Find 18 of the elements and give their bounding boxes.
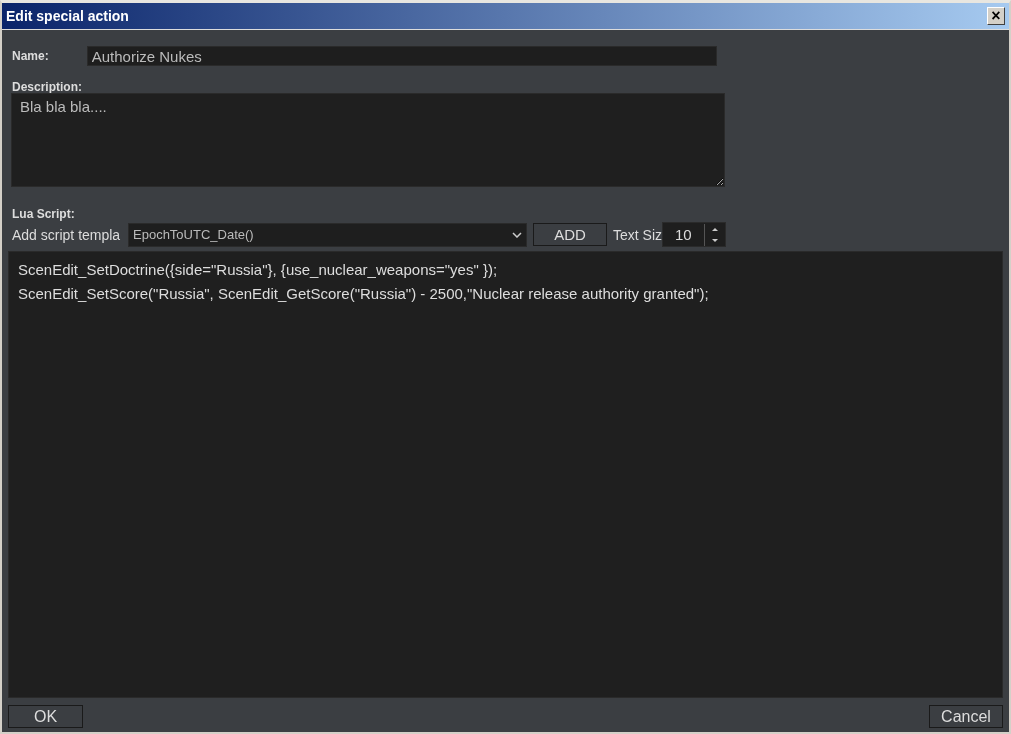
text-size-label: Text Siz	[613, 226, 662, 243]
text-size-spinner[interactable]: 10	[662, 222, 726, 247]
template-dropdown[interactable]: EpochToUTC_Date()	[128, 222, 527, 247]
code-line: ScenEdit_SetDoctrine({side="Russia"}, {use_nuclear_weapons="yes" });	[18, 260, 499, 280]
window-title: Edit special action	[6, 8, 129, 24]
template-label: Add script templa	[12, 226, 122, 243]
cancel-button[interactable]: Cancel	[929, 705, 1003, 728]
chevron-icon	[512, 231, 522, 238]
description-field[interactable]: Bla bla bla....	[11, 93, 725, 187]
add-button[interactable]: ADD	[533, 223, 607, 246]
name-field[interactable]: Authorize Nukes	[86, 46, 717, 66]
ok-button[interactable]: OK	[8, 705, 83, 728]
code-line: ScenEdit_SetScore("Russia", ScenEdit_GetScore("Russia") - 2500,"Nuclear release authority granted");	[18, 284, 710, 304]
description-label: Description:	[12, 81, 83, 93]
close-button[interactable]: ×	[987, 7, 1005, 25]
name-label: Name:	[12, 49, 49, 63]
code-editor[interactable]: ScenEdit_SetDoctrine({side="Russia"}, {use_nuclear_weapons="yes" }); ScenEdit_SetScore("Russia", ScenEdit_GetScore("Russia") - 2500,"Nuclear release authority granted");	[8, 251, 1003, 698]
lua-script-label: Lua Script:	[12, 207, 76, 221]
